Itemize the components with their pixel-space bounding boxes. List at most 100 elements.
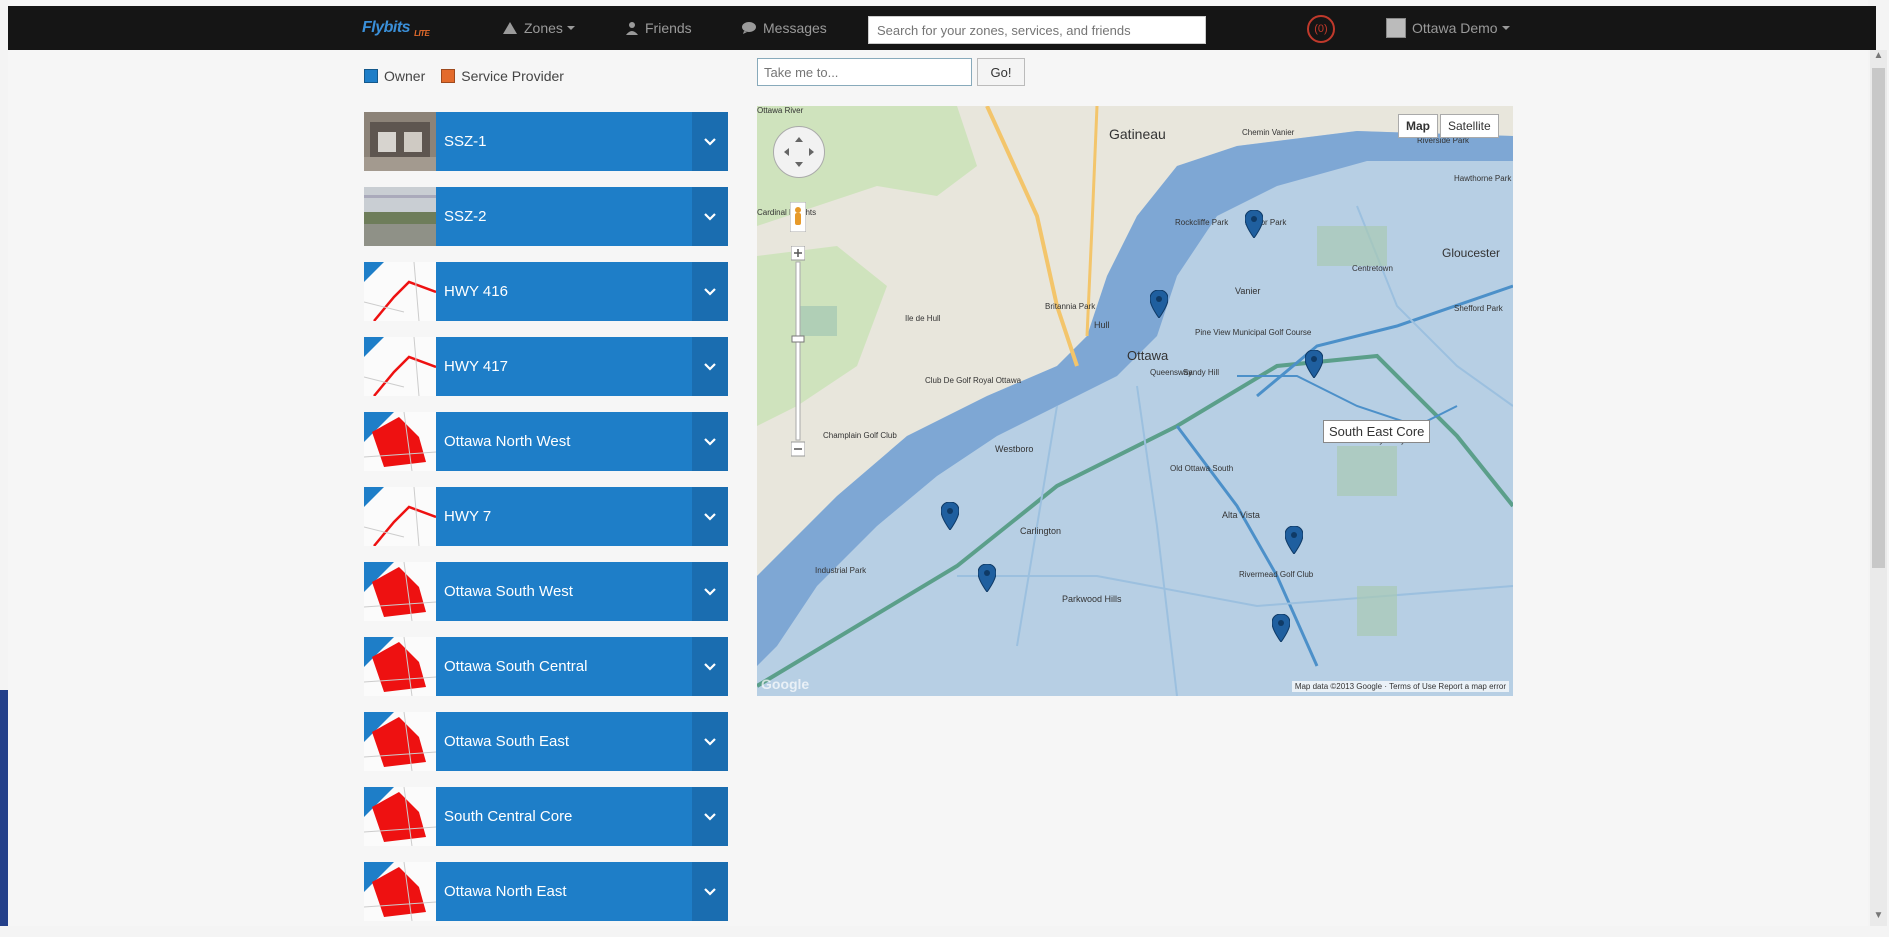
- zone-item[interactable]: Ottawa South East: [364, 712, 728, 771]
- map-base: [757, 106, 1513, 696]
- map-place-label: Cardinal Heights: [757, 208, 817, 217]
- flybits-logo[interactable]: Flybits LITE: [362, 6, 430, 50]
- zone-list: SSZ-1 SSZ-2 HWY 416 HWY 417 Ottawa North Wes…: [364, 112, 728, 937]
- zone-item[interactable]: SSZ-2: [364, 187, 728, 246]
- chevron-down-icon[interactable]: [692, 412, 728, 471]
- zone-name: HWY 416: [444, 283, 508, 300]
- map-place-label: Westboro: [995, 444, 1034, 454]
- page-scrollbar[interactable]: ▲ ▼: [1870, 50, 1887, 926]
- zone-tooltip: South East Core: [1323, 420, 1431, 443]
- chevron-down-icon[interactable]: [692, 112, 728, 171]
- map-place-label: Shefford Park: [1454, 304, 1503, 313]
- messages-icon: [742, 22, 756, 34]
- map-place-label: Sandy Hill: [1183, 368, 1220, 377]
- map-place-label: Hull: [1094, 320, 1110, 330]
- legend-owner: Owner: [364, 68, 425, 84]
- map-place-label: Hawthorne Park: [1454, 174, 1512, 183]
- map-marker-icon[interactable]: [941, 502, 959, 530]
- scroll-thumb[interactable]: [1872, 68, 1885, 568]
- map-marker-icon[interactable]: [1305, 350, 1323, 378]
- notifications-badge[interactable]: (0): [1307, 15, 1335, 43]
- zone-item[interactable]: HWY 7: [364, 487, 728, 546]
- map-place-label: Champlain Golf Club: [823, 431, 897, 440]
- chevron-down-icon[interactable]: [692, 712, 728, 771]
- map-marker-icon[interactable]: [1272, 614, 1290, 642]
- friends-label: Friends: [645, 20, 692, 36]
- zones-menu[interactable]: Zones: [502, 6, 575, 50]
- map-place-label: Ottawa River: [757, 106, 804, 115]
- search-input[interactable]: [868, 16, 1206, 44]
- messages-link[interactable]: Messages: [741, 6, 827, 50]
- chevron-down-icon[interactable]: [692, 637, 728, 696]
- zone-item[interactable]: Ottawa North West: [364, 412, 728, 471]
- zone-thumbnail: [364, 112, 436, 171]
- map-place-label: Gloucester: [1442, 246, 1501, 260]
- desktop-edge: [0, 690, 8, 926]
- chevron-down-icon[interactable]: [692, 337, 728, 396]
- map-type-satellite-button[interactable]: Satellite: [1440, 114, 1499, 138]
- take-me-to-input[interactable]: [757, 58, 972, 86]
- logo-text: Flybits: [362, 19, 411, 36]
- friends-icon: [626, 22, 638, 35]
- zone-item[interactable]: HWY 416: [364, 262, 728, 321]
- zone-name: Ottawa South East: [444, 733, 570, 750]
- chevron-down-icon[interactable]: [692, 187, 728, 246]
- map-place-label: Rockcliffe Park: [1175, 218, 1229, 227]
- service-provider-swatch: [441, 69, 456, 83]
- zone-item[interactable]: HWY 417: [364, 337, 728, 396]
- chevron-down-icon[interactable]: [692, 862, 728, 921]
- zone-item[interactable]: Ottawa South West: [364, 562, 728, 621]
- map-place-label: Ile de Hull: [905, 314, 941, 323]
- map-place-label: Ottawa: [1127, 348, 1169, 363]
- map-type-map-button[interactable]: Map: [1398, 114, 1438, 138]
- zone-item[interactable]: SSZ-1: [364, 112, 728, 171]
- map-place-label: Rivermead Golf Club: [1239, 570, 1314, 579]
- owner-label: Owner: [384, 68, 426, 84]
- pan-control[interactable]: [773, 126, 825, 178]
- zone-name: Ottawa South West: [444, 583, 573, 600]
- legend-service-provider: Service Provider: [441, 68, 564, 84]
- zone-name: Ottawa South Central: [444, 658, 588, 675]
- zone-item[interactable]: Ottawa South Central: [364, 637, 728, 696]
- top-navbar: Flybits LITE Zones Friends Messages (0) …: [8, 6, 1876, 50]
- zone-name: SSZ-2: [444, 208, 487, 225]
- avatar: [1386, 18, 1406, 38]
- messages-label: Messages: [763, 20, 827, 36]
- zone-name: Ottawa North East: [444, 883, 567, 900]
- user-name: Ottawa Demo: [1412, 20, 1498, 36]
- zone-thumbnail: [364, 337, 436, 396]
- map-marker-icon[interactable]: [1245, 210, 1263, 238]
- zone-name: HWY 7: [444, 508, 492, 525]
- map-marker-icon[interactable]: [1150, 290, 1168, 318]
- scroll-down-icon[interactable]: ▼: [1870, 910, 1887, 926]
- google-logo: Google: [761, 676, 810, 692]
- legend: Owner Service Provider: [364, 68, 580, 84]
- map-marker-icon[interactable]: [978, 564, 996, 592]
- zone-thumbnail: [364, 862, 436, 921]
- map[interactable]: Gatineau Ottawa Hull Vanier Gloucester Westbo…: [757, 106, 1513, 696]
- chevron-down-icon[interactable]: [692, 562, 728, 621]
- chevron-down-icon[interactable]: [692, 262, 728, 321]
- zone-item[interactable]: South Central Core: [364, 787, 728, 846]
- scroll-up-icon[interactable]: ▲: [1870, 50, 1887, 66]
- street-view-pegman-icon[interactable]: [790, 202, 806, 232]
- owner-swatch: [364, 69, 378, 83]
- map-credit[interactable]: Map data ©2013 Google · Terms of Use Rep…: [1291, 681, 1509, 692]
- zones-icon: [503, 22, 517, 34]
- go-button[interactable]: Go!: [977, 58, 1025, 86]
- map-marker-icon[interactable]: [1285, 526, 1303, 554]
- zones-label: Zones: [524, 20, 563, 36]
- zone-item[interactable]: Ottawa North East: [364, 862, 728, 921]
- user-menu[interactable]: Ottawa Demo: [1386, 6, 1510, 50]
- chevron-down-icon[interactable]: [692, 487, 728, 546]
- zone-name: South Central Core: [444, 808, 573, 825]
- map-place-label: Carlington: [1020, 526, 1062, 536]
- zone-name: SSZ-1: [444, 133, 487, 150]
- map-place-label: Pine View Municipal Golf Course: [1195, 328, 1312, 337]
- zoom-slider[interactable]: [791, 246, 805, 458]
- chevron-down-icon[interactable]: [692, 787, 728, 846]
- zone-thumbnail: [364, 562, 436, 621]
- map-place-label: Britannia Park: [1045, 302, 1096, 311]
- friends-link[interactable]: Friends: [625, 6, 692, 50]
- zone-name: HWY 417: [444, 358, 508, 375]
